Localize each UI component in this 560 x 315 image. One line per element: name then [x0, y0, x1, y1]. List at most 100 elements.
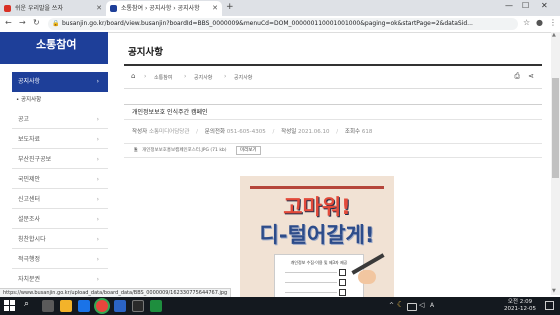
chevron-right-icon: › — [184, 73, 187, 80]
sidebar-item[interactable]: 신고센터 › — [12, 190, 108, 209]
close-icon[interactable]: ✕ — [96, 1, 102, 16]
poster-headline-1: 고마워! — [283, 195, 351, 219]
views-value: 618 — [361, 129, 373, 135]
breadcrumb-item[interactable]: 공지사항 — [234, 74, 252, 81]
edge-icon[interactable] — [78, 300, 90, 312]
sidebar-subitem-notices[interactable]: • 공지사항 — [16, 95, 41, 103]
windows-logo-pane — [4, 306, 9, 311]
close-window-icon[interactable]: ✕ — [541, 1, 548, 10]
attachment-row: 🗎 개인정보보호홍보캠페인포스터.JPG (71 kb) 미리보기 — [124, 144, 542, 158]
poster-form-line — [285, 272, 337, 273]
sidebar-item-label: 설문조사 — [18, 216, 41, 223]
chevron-right-icon: › — [96, 116, 99, 123]
site-favicon-icon — [110, 5, 117, 12]
meta-divider: / — [196, 129, 199, 135]
sidebar-item[interactable]: 공고 › — [12, 110, 108, 129]
chevron-right-icon: › — [96, 276, 99, 283]
share-icon[interactable]: ⋖ — [528, 72, 534, 80]
menu-icon[interactable]: ⋮ — [549, 18, 557, 27]
sidebar-item-label: 부산진구공보 — [18, 156, 52, 163]
attachment-link[interactable]: 개인정보보호홍보캠페인포스터.JPG (71 kb) — [142, 148, 226, 153]
sidebar-item-label: 적극행정 — [18, 256, 41, 263]
word-icon[interactable] — [114, 300, 126, 312]
chrome-icon[interactable] — [96, 300, 108, 312]
chevron-right-icon: › — [96, 216, 99, 223]
profile-icon[interactable]: ● — [536, 18, 543, 27]
moon-icon[interactable]: ☾ — [397, 300, 404, 309]
sidebar-item-label: 국민제안 — [18, 176, 41, 183]
reload-icon[interactable]: ↻ — [33, 18, 40, 27]
clock-time: 오전 2:09 — [507, 299, 533, 305]
app-icon[interactable] — [132, 300, 144, 312]
ime-indicator[interactable]: A — [430, 302, 434, 309]
back-icon[interactable]: ← — [5, 18, 12, 27]
views-label: 조회수 — [344, 129, 361, 135]
sidebar-item-label: 자치분권 — [18, 276, 41, 283]
chevron-right-icon: › — [96, 256, 99, 263]
sidebar-item[interactable]: 부산진구공보 › — [12, 150, 108, 169]
sidebar-item-label: 공고 — [18, 116, 30, 123]
contact-value: 051-605-4305 — [226, 129, 266, 135]
sidebar-item-label: 보도자료 — [18, 136, 41, 143]
poster-decoration — [250, 186, 384, 189]
search-icon[interactable]: ⌕ — [24, 299, 29, 309]
lock-icon: 🔒 — [52, 20, 60, 27]
poster-consent-form: 개인정보 수집·이용 및 제3자 제공 — [274, 254, 364, 299]
tab-label: 쉬운 우리말을 쓰자 — [15, 5, 63, 12]
minimize-icon[interactable]: — — [505, 1, 513, 10]
vertical-scrollbar[interactable]: ▲ ▼ — [551, 32, 560, 295]
bookmark-star-icon[interactable]: ☆ — [523, 18, 530, 27]
tab-inactive[interactable]: 쉬운 우리말을 쓰자 ✕ — [0, 1, 106, 16]
sidebar-item-notices[interactable]: 공지사항 › — [12, 72, 108, 92]
tab-active[interactable]: 소통참여 › 공지사항 › 공지사항 ✕ — [106, 1, 222, 16]
tab-label: 소통참여 › 공지사항 › 공지사항 — [121, 5, 200, 12]
excel-icon[interactable] — [150, 300, 162, 312]
checkbox-icon — [339, 269, 346, 276]
close-icon[interactable]: ✕ — [212, 1, 218, 16]
poster-headline-2: 디-털어갈게! — [259, 223, 375, 247]
windows-logo-pane — [10, 300, 15, 305]
sidebar-item-label: 공지사항 — [18, 78, 41, 85]
preview-button[interactable]: 미리보기 — [235, 146, 261, 155]
url-input[interactable]: 🔒 busanjin.go.kr/board/view.busanjin?boa… — [48, 18, 518, 30]
chevron-right-icon: › — [96, 236, 99, 243]
scroll-up-icon[interactable]: ▲ — [552, 32, 556, 38]
sidebar-item[interactable]: 설문조사 › — [12, 210, 108, 229]
scroll-down-icon[interactable]: ▼ — [552, 288, 556, 294]
new-tab-button[interactable]: + — [226, 2, 234, 12]
poster-form-title: 개인정보 수집·이용 및 제3자 제공 — [290, 260, 348, 265]
print-icon[interactable]: ⎙ — [514, 72, 520, 81]
chevron-right-icon: › — [96, 156, 99, 163]
sidebar-item[interactable]: 칭찬합시다 › — [12, 230, 108, 249]
date-label: 작성일 — [281, 129, 297, 135]
windows-start-icon[interactable] — [4, 300, 16, 312]
clock-date: 2021-12-05 — [504, 306, 536, 312]
sidebar-item[interactable]: 자치분권 › — [12, 270, 108, 289]
sidebar-item[interactable]: 국민제안 › — [12, 170, 108, 189]
clock[interactable]: 오전 2:09 2021-12-05 — [500, 299, 540, 313]
post-title: 개인정보보호 인식주간 캠페인 — [124, 104, 542, 120]
maximize-icon[interactable]: ☐ — [522, 1, 529, 10]
chevron-right-icon: › — [96, 78, 99, 85]
forward-icon[interactable]: → — [19, 18, 26, 27]
sidebar-item-label: 신고센터 — [18, 196, 41, 203]
checkbox-icon — [339, 289, 346, 296]
notification-icon[interactable] — [545, 301, 554, 310]
windows-logo-pane — [4, 300, 9, 305]
sidebar-item[interactable]: 보도자료 › — [12, 130, 108, 149]
home-icon[interactable]: ⌂ — [131, 72, 135, 80]
sidebar-item[interactable]: 적극행정 › — [12, 250, 108, 269]
address-bar: ← → ↻ 🔒 busanjin.go.kr/board/view.busanj… — [0, 16, 560, 33]
chevron-up-icon[interactable]: ^ — [389, 302, 394, 309]
meta-divider: / — [336, 129, 339, 135]
date-value: 2021.06.10 — [298, 129, 330, 135]
network-icon[interactable] — [407, 303, 417, 311]
attachment-file-icon: 🗎 — [134, 148, 138, 153]
breadcrumb-item[interactable]: 공지사항 — [194, 74, 212, 81]
breadcrumb-item[interactable]: 소통참여 — [154, 74, 172, 81]
windows-logo-pane — [10, 306, 15, 311]
volume-icon[interactable]: ◁ — [419, 301, 424, 309]
scrollbar-thumb[interactable] — [552, 78, 559, 178]
file-explorer-icon[interactable] — [60, 300, 72, 312]
task-view-icon[interactable] — [42, 300, 54, 312]
